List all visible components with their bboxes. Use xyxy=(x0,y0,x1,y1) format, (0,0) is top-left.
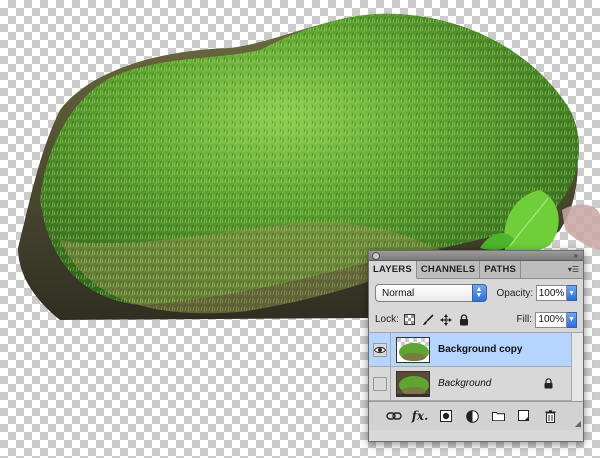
lock-label: Lock: xyxy=(375,314,399,325)
adjustment-icon[interactable] xyxy=(459,406,485,426)
tab-channels[interactable]: CHANNELS xyxy=(417,261,481,278)
panel-menu-icon[interactable]: ▾☰ xyxy=(568,265,579,274)
eye-icon xyxy=(372,342,387,357)
blend-mode-value: Normal xyxy=(382,287,415,299)
layers-panel: » LAYERS CHANNELS PATHS ▾☰ Normal ▲ ▼ Opa… xyxy=(368,250,584,442)
lock-brush-icon[interactable] xyxy=(421,313,435,327)
mask-icon[interactable] xyxy=(433,406,459,426)
opacity-label: Opacity: xyxy=(496,287,534,299)
panel-titlebar[interactable]: » xyxy=(369,251,583,261)
layer-name: Background copy xyxy=(438,344,523,355)
fx-icon[interactable]: fx. xyxy=(407,406,433,426)
opacity-input[interactable]: 100% xyxy=(536,285,568,301)
blend-row: Normal ▲ ▼ Opacity: 100% ▼ xyxy=(369,279,583,307)
chevron-updown-icon: ▲ ▼ xyxy=(471,284,487,302)
opacity-dropdown-icon[interactable]: ▼ xyxy=(567,285,577,301)
lock-transparent-icon[interactable] xyxy=(403,313,417,327)
layers-list: Background copy Background xyxy=(369,332,583,401)
blend-mode-select[interactable]: Normal ▲ ▼ xyxy=(375,284,487,302)
panel-footer: fx. ◢ xyxy=(369,401,583,430)
panel-tabs: LAYERS CHANNELS PATHS ▾☰ xyxy=(369,261,583,279)
collapse-icon[interactable]: » xyxy=(574,251,578,261)
lock-row: Lock: Fill: 100% ▼ xyxy=(369,307,583,333)
trash-icon[interactable] xyxy=(537,406,563,426)
new-layer-icon[interactable] xyxy=(511,406,537,426)
layer-thumbnail xyxy=(396,336,430,363)
lock-move-icon[interactable] xyxy=(439,313,453,327)
visibility-toggle[interactable] xyxy=(369,366,391,401)
fill-label: Fill: xyxy=(516,314,532,325)
resize-grip-icon[interactable]: ◢ xyxy=(575,419,581,428)
fill-input[interactable]: 100% xyxy=(535,311,567,328)
layer-row-background[interactable]: Background xyxy=(369,366,583,401)
lock-all-icon[interactable] xyxy=(457,313,471,327)
layer-row-background-copy[interactable]: Background copy xyxy=(369,332,583,367)
close-icon[interactable] xyxy=(372,252,380,260)
tab-layers[interactable]: LAYERS xyxy=(369,261,417,279)
folder-icon[interactable] xyxy=(485,406,511,426)
link-icon[interactable] xyxy=(381,406,407,426)
eye-off-box xyxy=(372,376,387,391)
fill-dropdown-icon[interactable]: ▼ xyxy=(567,311,577,328)
layers-scrollbar[interactable] xyxy=(571,333,583,401)
layer-thumbnail xyxy=(396,370,430,397)
visibility-toggle[interactable] xyxy=(369,332,391,367)
lock-icon xyxy=(544,378,553,392)
layer-name: Background xyxy=(438,378,492,389)
tab-paths[interactable]: PATHS xyxy=(480,261,522,278)
